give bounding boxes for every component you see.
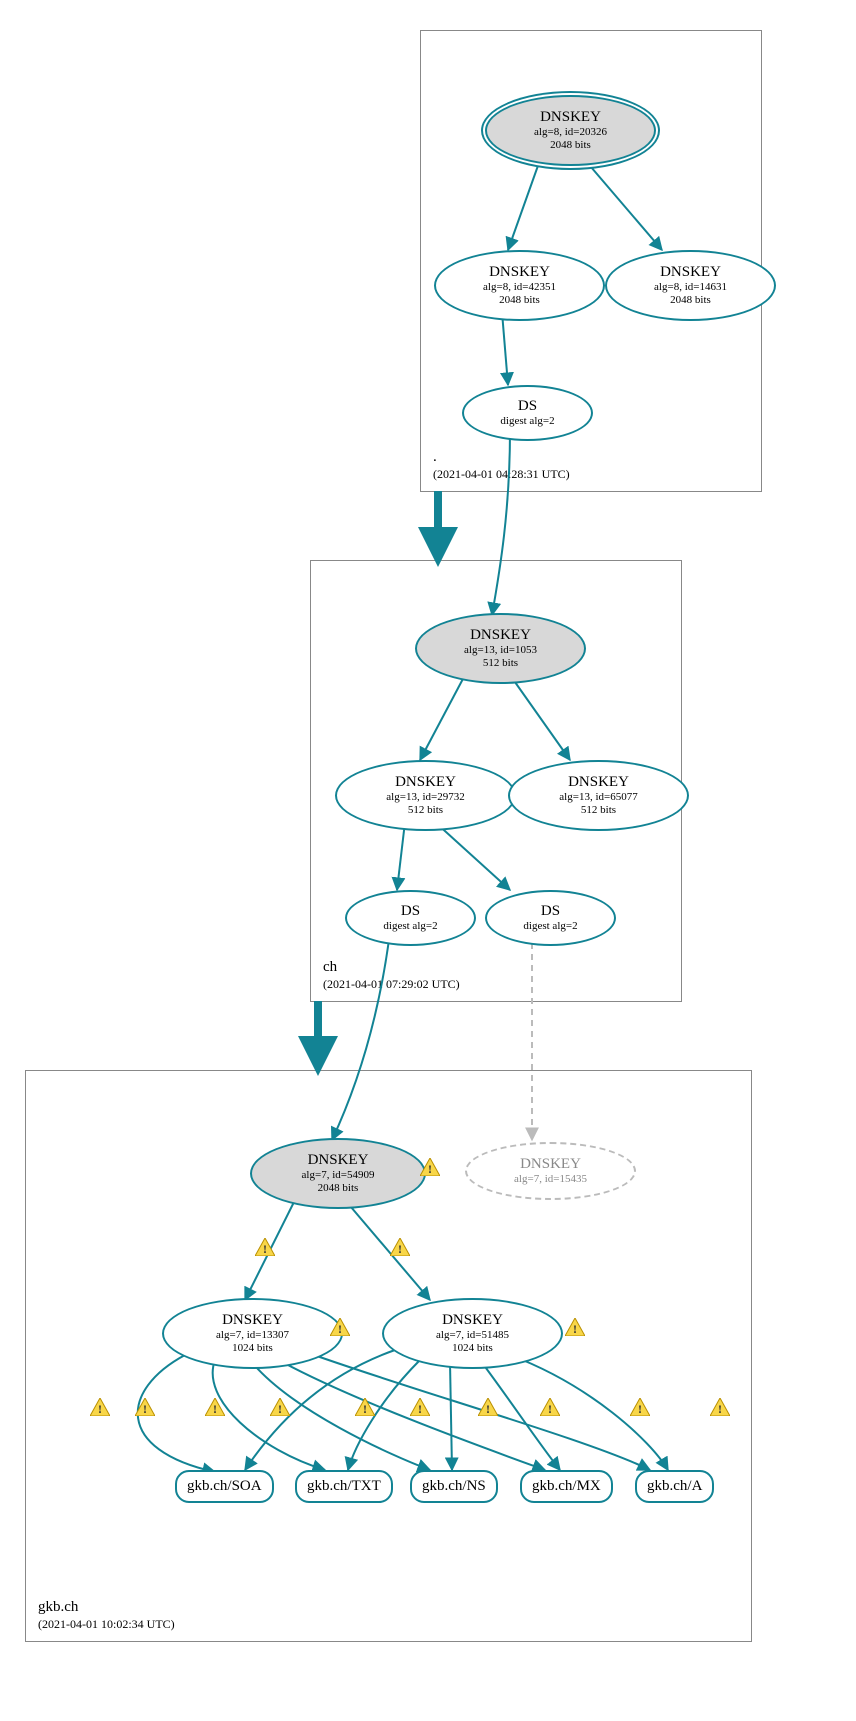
node-root-zsk2: DNSKEY alg=8, id=14631 2048 bits	[605, 250, 776, 321]
warning-icon	[410, 1398, 430, 1416]
warning-icon	[255, 1238, 275, 1256]
node-root-ksk: DNSKEY alg=8, id=20326 2048 bits	[485, 95, 656, 166]
node-title: DNSKEY	[222, 1312, 283, 1329]
node-line1: digest alg=2	[523, 920, 577, 933]
node-ch-ksk: DNSKEY alg=13, id=1053 512 bits	[415, 613, 586, 684]
node-line1: alg=8, id=20326	[534, 126, 607, 139]
node-line1: alg=13, id=65077	[559, 791, 637, 804]
node-line2: 2048 bits	[550, 139, 591, 152]
node-line1: alg=13, id=1053	[464, 644, 537, 657]
node-rr-txt: gkb.ch/TXT	[295, 1470, 393, 1503]
warning-icon	[135, 1398, 155, 1416]
warning-icon	[390, 1238, 410, 1256]
node-line2: 2048 bits	[318, 1182, 359, 1195]
node-title: DNSKEY	[308, 1152, 369, 1169]
warning-icon	[565, 1318, 585, 1336]
node-title: DNSKEY	[660, 264, 721, 281]
warning-icon	[630, 1398, 650, 1416]
node-title: DNSKEY	[568, 774, 629, 791]
zone-root-label: . (2021-04-01 04:28:31 UTC)	[433, 449, 570, 483]
node-ch-zsk1: DNSKEY alg=13, id=29732 512 bits	[335, 760, 516, 831]
warning-icon	[90, 1398, 110, 1416]
warning-icon	[330, 1318, 350, 1336]
rr-label: gkb.ch/A	[647, 1478, 702, 1495]
node-rr-mx: gkb.ch/MX	[520, 1470, 613, 1503]
warning-icon	[420, 1158, 440, 1176]
node-title: DS	[401, 903, 420, 920]
node-rr-soa: gkb.ch/SOA	[175, 1470, 274, 1503]
warning-icon	[710, 1398, 730, 1416]
node-line2: 512 bits	[408, 804, 443, 817]
node-line1: alg=8, id=14631	[654, 281, 727, 294]
node-ch-zsk2: DNSKEY alg=13, id=65077 512 bits	[508, 760, 689, 831]
node-line1: alg=7, id=51485	[436, 1329, 509, 1342]
warning-icon	[478, 1398, 498, 1416]
rr-label: gkb.ch/MX	[532, 1478, 601, 1495]
warning-icon	[205, 1398, 225, 1416]
node-gkb-ksk: DNSKEY alg=7, id=54909 2048 bits	[250, 1138, 426, 1209]
node-root-ds: DS digest alg=2	[462, 385, 593, 441]
node-line1: alg=7, id=54909	[302, 1169, 375, 1182]
node-line2: 1024 bits	[232, 1342, 273, 1355]
node-title: DS	[518, 398, 537, 415]
warning-icon	[355, 1398, 375, 1416]
zone-ch-label: ch (2021-04-01 07:29:02 UTC)	[323, 959, 460, 993]
zone-gkb-name: gkb.ch	[38, 1599, 78, 1615]
node-gkb-zsk2: DNSKEY alg=7, id=51485 1024 bits	[382, 1298, 563, 1369]
node-line1: alg=13, id=29732	[386, 791, 464, 804]
zone-root-name: .	[433, 449, 437, 465]
node-line1: alg=8, id=42351	[483, 281, 556, 294]
node-line2: 512 bits	[581, 804, 616, 817]
node-ch-ds2: DS digest alg=2	[485, 890, 616, 946]
warning-icon	[540, 1398, 560, 1416]
node-title: DNSKEY	[395, 774, 456, 791]
node-title: DNSKEY	[442, 1312, 503, 1329]
zone-gkb-ts: (2021-04-01 10:02:34 UTC)	[38, 1617, 175, 1631]
node-title: DNSKEY	[540, 109, 601, 126]
zone-ch-ts: (2021-04-01 07:29:02 UTC)	[323, 977, 460, 991]
zone-ch-name: ch	[323, 959, 337, 975]
rr-label: gkb.ch/NS	[422, 1478, 486, 1495]
node-title: DNSKEY	[520, 1156, 581, 1173]
node-line2: 512 bits	[483, 657, 518, 670]
zone-gkb-label: gkb.ch (2021-04-01 10:02:34 UTC)	[38, 1599, 175, 1633]
node-gkb-missing: DNSKEY alg=7, id=15435	[465, 1142, 636, 1200]
node-rr-ns: gkb.ch/NS	[410, 1470, 498, 1503]
node-line1: alg=7, id=15435	[514, 1173, 587, 1186]
node-root-zsk1: DNSKEY alg=8, id=42351 2048 bits	[434, 250, 605, 321]
node-line1: digest alg=2	[383, 920, 437, 933]
node-rr-a: gkb.ch/A	[635, 1470, 714, 1503]
node-title: DNSKEY	[489, 264, 550, 281]
warning-icon	[270, 1398, 290, 1416]
node-title: DNSKEY	[470, 627, 531, 644]
rr-label: gkb.ch/TXT	[307, 1478, 381, 1495]
node-line1: digest alg=2	[500, 415, 554, 428]
rr-label: gkb.ch/SOA	[187, 1478, 262, 1495]
node-line1: alg=7, id=13307	[216, 1329, 289, 1342]
zone-root-ts: (2021-04-01 04:28:31 UTC)	[433, 467, 570, 481]
node-title: DS	[541, 903, 560, 920]
node-gkb-zsk1: DNSKEY alg=7, id=13307 1024 bits	[162, 1298, 343, 1369]
node-ch-ds1: DS digest alg=2	[345, 890, 476, 946]
node-line2: 2048 bits	[499, 294, 540, 307]
node-line2: 2048 bits	[670, 294, 711, 307]
node-line2: 1024 bits	[452, 1342, 493, 1355]
